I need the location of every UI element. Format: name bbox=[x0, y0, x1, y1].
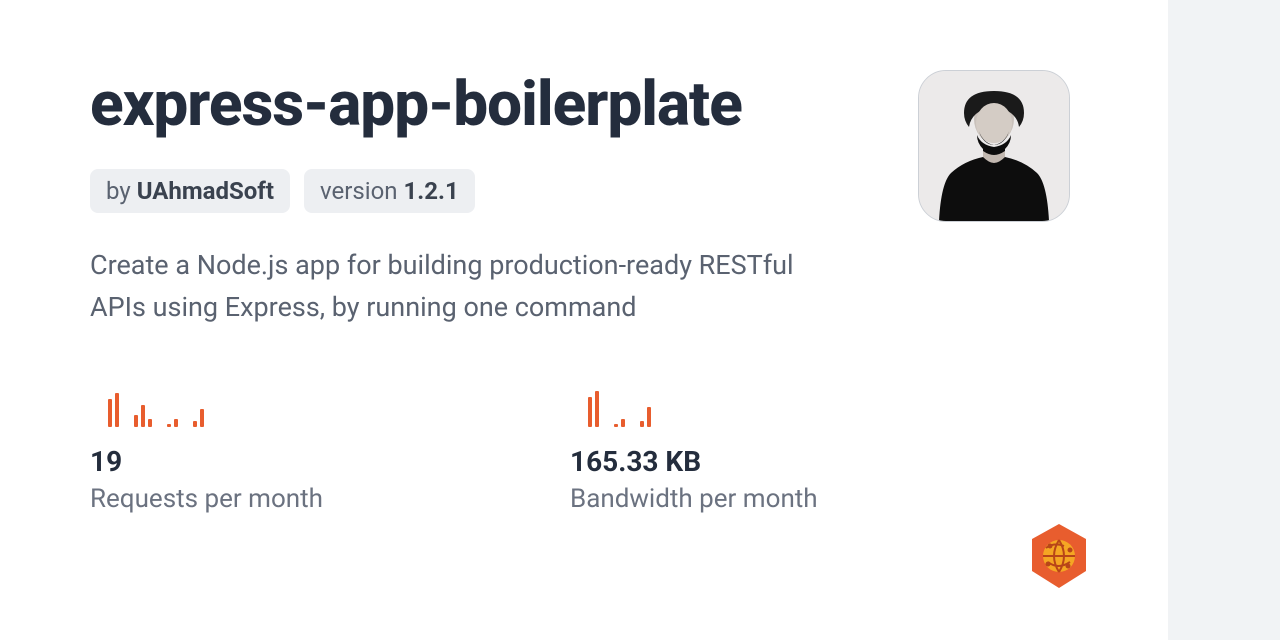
requests-stat: 19 Requests per month bbox=[90, 377, 520, 514]
version-prefix: version bbox=[320, 177, 398, 205]
version-value: 1.2.1 bbox=[404, 177, 459, 205]
author-badge[interactable]: by UAhmadSoft bbox=[90, 169, 290, 213]
bandwidth-stat: 165.33 KB Bandwidth per month bbox=[570, 377, 1000, 514]
bandwidth-value: 165.33 KB bbox=[570, 445, 1000, 478]
avatar-icon bbox=[919, 71, 1069, 221]
package-description: Create a Node.js app for building produc… bbox=[90, 245, 830, 329]
version-badge[interactable]: version 1.2.1 bbox=[304, 169, 475, 213]
requests-sparkline bbox=[90, 377, 520, 427]
side-strip bbox=[1168, 0, 1280, 640]
author-prefix: by bbox=[106, 177, 131, 205]
bandwidth-label: Bandwidth per month bbox=[570, 484, 1000, 514]
jsdelivr-badge-icon bbox=[1028, 522, 1090, 590]
stats-row: 19 Requests per month 165.33 KB Bandwidt… bbox=[90, 377, 1078, 514]
bandwidth-sparkline bbox=[570, 377, 1000, 427]
author-name: UAhmadSoft bbox=[137, 177, 274, 205]
author-avatar[interactable] bbox=[918, 70, 1070, 222]
requests-value: 19 bbox=[90, 445, 520, 478]
requests-label: Requests per month bbox=[90, 484, 520, 514]
